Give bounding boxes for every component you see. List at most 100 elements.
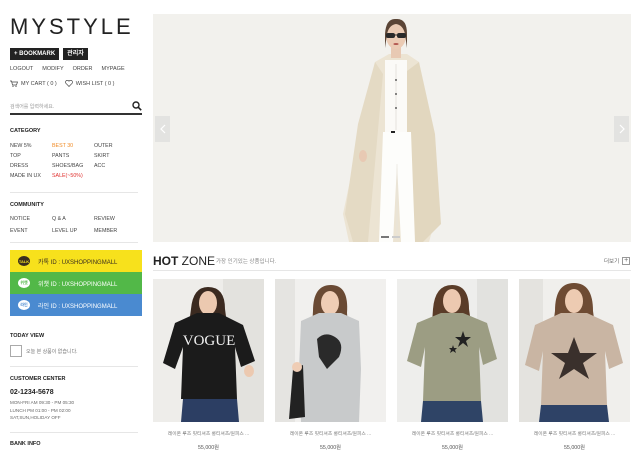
community-item[interactable]: LEVEL UP bbox=[52, 228, 94, 234]
admin-button[interactable]: 관리자 bbox=[63, 48, 88, 60]
product-name[interactable]: 레이온 루즈 핏티셔츠 롱티셔츠/원피스 ... bbox=[153, 430, 264, 437]
category-item[interactable]: OUTER bbox=[94, 143, 136, 149]
community-item[interactable]: NOTICE bbox=[10, 216, 52, 222]
category-list: NEW 5% BEST 30 OUTER TOP PANTS SKIRT DRE… bbox=[10, 143, 138, 179]
product-card[interactable]: VOGUE 레이온 루즈 핏티셔츠 롱티셔츠/원피스 ... 55,000원 bbox=[153, 279, 264, 451]
kakao-talk-label: 카톡 ID : UXSHOPPINGMALL bbox=[38, 259, 118, 266]
main-banner[interactable] bbox=[153, 14, 631, 242]
product-name[interactable]: 레이온 루즈 핏티셔츠 롱티셔츠/원피스 ... bbox=[397, 430, 508, 437]
product-name[interactable]: 레이온 루즈 핏티셔츠 롱티셔츠/원피스 ... bbox=[519, 430, 630, 437]
community-title: COMMUNITY bbox=[10, 202, 44, 208]
kakao-talk-banner[interactable]: TALK 카톡 ID : UXSHOPPINGMALL bbox=[10, 250, 142, 272]
customer-center-title: CUSTOMER CENTER bbox=[10, 376, 66, 382]
category-item[interactable]: DRESS bbox=[10, 163, 52, 169]
hot-zone-title: HOT ZONE bbox=[153, 254, 215, 268]
customer-center-phone: 02-1234-5678 bbox=[10, 389, 54, 396]
category-item[interactable]: MADE IN UX bbox=[10, 173, 52, 179]
line-banner[interactable]: 라인 라인 ID : UXSHOPPINGMALL bbox=[10, 294, 142, 316]
category-item[interactable]: SHOES/BAG bbox=[52, 163, 94, 169]
heart-icon bbox=[64, 80, 73, 87]
order-link[interactable]: ORDER bbox=[73, 66, 93, 72]
hot-zone-subtitle: 가장 인기있는 상품입니다. bbox=[216, 259, 277, 265]
customer-center-hours: MON-FRI AM 09:30 - PM 05:30 LUNCH PM 01:… bbox=[10, 399, 74, 422]
my-cart-label: MY CART ( 0 ) bbox=[21, 80, 57, 87]
my-cart-link[interactable]: MY CART ( 0 ) bbox=[10, 80, 57, 87]
kakao-talk-icon: TALK bbox=[18, 256, 30, 266]
community-list: NOTICE Q & A REVIEW EVENT LEVEL UP MEMBE… bbox=[10, 216, 138, 234]
search-input[interactable]: 검색어를 입력하세요. bbox=[10, 103, 54, 110]
community-item[interactable]: REVIEW bbox=[94, 216, 136, 222]
bank-info-title: BANK INFO bbox=[10, 441, 41, 447]
product-name[interactable]: 레이온 루즈 핏티셔츠 롱티셔츠/원피스 ... bbox=[275, 430, 386, 437]
cart-icon bbox=[10, 80, 18, 87]
community-item[interactable]: Q & A bbox=[52, 216, 94, 222]
product-card[interactable]: 레이온 루즈 핏티셔츠 롱티셔츠/원피스 ... 55,000원 bbox=[275, 279, 386, 451]
more-link[interactable]: 더보기 + bbox=[604, 257, 631, 265]
banner-next-arrow[interactable] bbox=[614, 116, 629, 142]
category-item[interactable]: PANTS bbox=[52, 153, 94, 159]
community-item[interactable]: MEMBER bbox=[94, 228, 136, 234]
today-view-empty-text: 오늘 본 상품이 없습니다. bbox=[26, 348, 78, 355]
hours-line: MON-FRI AM 09:30 - PM 05:30 bbox=[10, 400, 75, 405]
product-price: 55,000원 bbox=[319, 445, 342, 451]
product-image[interactable] bbox=[397, 279, 508, 422]
line-label: 라인 ID : UXSHOPPINGMALL bbox=[38, 303, 118, 310]
banner-prev-arrow[interactable] bbox=[155, 116, 170, 142]
divider bbox=[10, 366, 138, 367]
product-image[interactable] bbox=[519, 279, 630, 422]
category-item[interactable]: ACC bbox=[94, 163, 136, 169]
search-icon[interactable] bbox=[132, 101, 142, 111]
category-item[interactable]: BEST 30 bbox=[52, 143, 94, 149]
product-photo bbox=[397, 279, 508, 422]
wish-list-label: WISH LIST ( 0 ) bbox=[75, 80, 115, 87]
today-view-empty: 오늘 본 상품이 없습니다. bbox=[10, 345, 78, 357]
product-image[interactable] bbox=[275, 279, 386, 422]
hours-line: LUNCH PM 01:00 - PM 02:00 bbox=[10, 407, 71, 413]
wechat-label: 위챗 ID : UXSHOPPINGMALL bbox=[38, 281, 118, 288]
wish-list-link[interactable]: WISH LIST ( 0 ) bbox=[64, 80, 115, 87]
chevron-right-icon bbox=[619, 124, 625, 134]
divider bbox=[10, 432, 138, 433]
wechat-banner[interactable]: 위챗 위챗 ID : UXSHOPPINGMALL bbox=[10, 272, 142, 294]
hot-zone-title-rest: ZONE bbox=[178, 254, 216, 268]
banner-pagination bbox=[381, 236, 400, 238]
product-print-text: VOGUE bbox=[183, 333, 236, 349]
bookmark-button[interactable]: + BOOKMARK bbox=[10, 48, 60, 60]
plus-icon: + bbox=[622, 257, 631, 265]
banner-dot[interactable] bbox=[381, 236, 389, 238]
category-item[interactable]: TOP bbox=[10, 153, 52, 159]
modify-link[interactable]: MODIFY bbox=[42, 66, 63, 72]
banner-model-image bbox=[343, 18, 441, 242]
product-price: 55,000원 bbox=[197, 445, 220, 451]
site-logo[interactable]: MYSTYLE bbox=[10, 14, 134, 40]
category-title: CATEGORY bbox=[10, 128, 41, 134]
divider bbox=[10, 242, 138, 243]
account-menu: LOGOUT MODIFY ORDER MYPAGE bbox=[10, 66, 125, 72]
more-label: 더보기 bbox=[604, 259, 620, 265]
chevron-left-icon bbox=[159, 124, 165, 134]
search-box[interactable]: 검색어를 입력하세요. bbox=[10, 101, 142, 115]
logout-link[interactable]: LOGOUT bbox=[10, 66, 33, 72]
category-item[interactable]: SKIRT bbox=[94, 153, 136, 159]
line-icon: 라인 bbox=[18, 300, 30, 310]
sidebar: MYSTYLE + BOOKMARK 관리자 LOGOUT MODIFY ORD… bbox=[8, 0, 142, 455]
cart-row: MY CART ( 0 ) WISH LIST ( 0 ) bbox=[10, 80, 114, 87]
product-photo: VOGUE bbox=[153, 279, 264, 422]
hot-zone-title-bold: HOT bbox=[153, 254, 179, 268]
product-photo bbox=[519, 279, 630, 422]
product-card[interactable]: 레이온 루즈 핏티셔츠 롱티셔츠/원피스 ... 55,000원 bbox=[519, 279, 630, 451]
product-price: 55,000원 bbox=[563, 445, 586, 451]
today-view-title: TODAY VIEW bbox=[10, 333, 45, 339]
product-card[interactable]: 레이온 루즈 핏티셔츠 롱티셔츠/원피스 ... 55,000원 bbox=[397, 279, 508, 451]
banner-dot[interactable] bbox=[392, 236, 400, 238]
empty-box-icon bbox=[10, 345, 22, 357]
hot-zone-divider bbox=[153, 270, 631, 271]
community-item[interactable]: EVENT bbox=[10, 228, 52, 234]
product-image[interactable]: VOGUE bbox=[153, 279, 264, 422]
mypage-link[interactable]: MYPAGE bbox=[102, 66, 125, 72]
divider bbox=[10, 192, 138, 193]
category-item[interactable]: SALE(~50%) bbox=[52, 173, 94, 179]
category-item[interactable]: NEW 5% bbox=[10, 143, 52, 149]
product-photo bbox=[275, 279, 386, 422]
top-button-row: + BOOKMARK 관리자 bbox=[10, 48, 88, 60]
